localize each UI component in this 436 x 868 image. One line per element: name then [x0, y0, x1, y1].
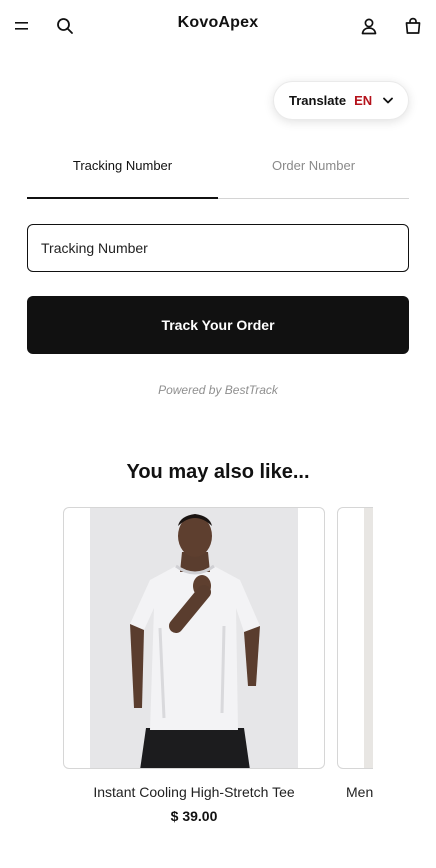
- translate-language: EN: [354, 93, 373, 108]
- product-image[interactable]: [337, 507, 373, 769]
- cart-icon[interactable]: [401, 14, 425, 38]
- translate-selector[interactable]: Translate EN: [273, 81, 409, 120]
- translate-label: Translate: [289, 93, 347, 108]
- product-card[interactable]: Men: [337, 507, 373, 800]
- account-icon[interactable]: [357, 14, 381, 38]
- product-carousel[interactable]: Instant Cooling High-Stretch Tee $ 39.00…: [63, 507, 373, 837]
- product-price: $ 39.00: [170, 808, 218, 824]
- tab-tracking-number[interactable]: Tracking Number: [27, 150, 218, 198]
- product-photo-tee: [90, 508, 298, 768]
- product-name[interactable]: Men: [337, 784, 373, 800]
- recommendations-title: You may also like...: [126, 461, 310, 483]
- tracking-tabs: Tracking Number Order Number: [27, 150, 409, 200]
- tracking-number-input[interactable]: [27, 224, 409, 272]
- product-card[interactable]: Instant Cooling High-Stretch Tee $ 39.00: [63, 507, 325, 824]
- product-name[interactable]: Instant Cooling High-Stretch Tee: [63, 784, 325, 800]
- product-photo-partial: [364, 508, 373, 768]
- product-image[interactable]: [63, 507, 325, 769]
- track-order-button[interactable]: Track Your Order: [27, 296, 409, 354]
- site-header: KovoApex: [0, 0, 436, 52]
- chevron-down-icon: [382, 95, 394, 107]
- powered-by-text: Powered by BestTrack: [158, 383, 278, 397]
- tab-order-number[interactable]: Order Number: [218, 150, 409, 198]
- active-tab-indicator: [27, 197, 218, 199]
